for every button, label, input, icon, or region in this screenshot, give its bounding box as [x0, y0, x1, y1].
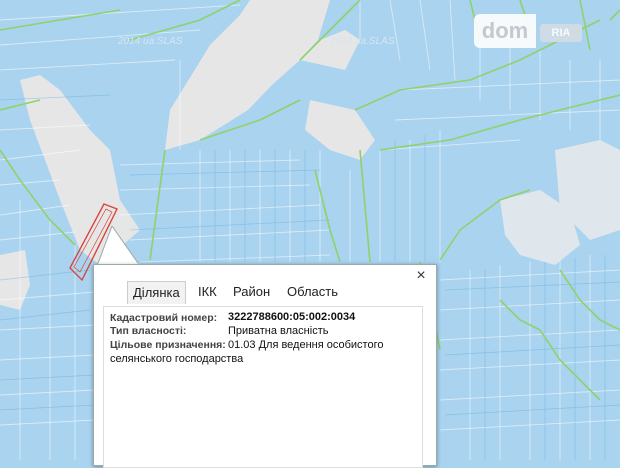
- logo-brand: dom: [474, 14, 536, 48]
- map-watermark: 2014 ua.SLAS: [118, 36, 183, 47]
- purpose-label: Цільове призначення:: [110, 339, 226, 351]
- cadastral-number-label: Кадастровий номер:: [110, 312, 218, 324]
- tab-district[interactable]: Район: [233, 281, 270, 303]
- tab-region[interactable]: Область: [287, 281, 338, 303]
- ownership-type-value: Приватна власність: [228, 325, 329, 337]
- tab-parcel[interactable]: Ділянка: [127, 281, 186, 304]
- close-icon[interactable]: ×: [411, 266, 431, 286]
- purpose-value: 01.03 Для ведення особистого: [228, 339, 384, 351]
- tab-ikk[interactable]: ІКК: [198, 281, 217, 303]
- logo-sub: RIA: [540, 24, 582, 42]
- purpose-value-cont: селянського господарства: [110, 353, 244, 365]
- cadastral-number-value: 3222788600:05:002:0034: [228, 311, 356, 323]
- ownership-type-label: Тип власності:: [110, 325, 187, 337]
- dom-ria-logo: dom RIA: [474, 14, 614, 50]
- popup-pointer: [96, 226, 141, 267]
- map-watermark-2: 2014 ua.SLAS: [330, 36, 395, 47]
